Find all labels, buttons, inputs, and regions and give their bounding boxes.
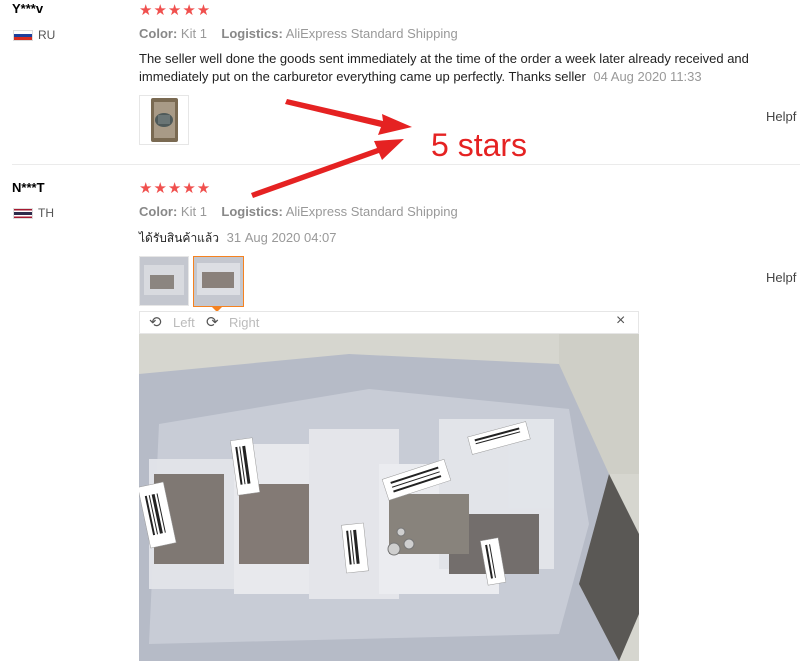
flag-ru-icon [13, 30, 33, 41]
reviewer-name: N***T [12, 180, 45, 195]
close-icon[interactable]: × [616, 312, 625, 330]
annotation-label: 5 stars [431, 127, 528, 163]
reviewer-country: TH [38, 206, 54, 220]
review-photo-thumb-selected[interactable] [193, 256, 244, 307]
review-photo-large [139, 334, 639, 661]
review-photo-image [139, 334, 639, 661]
logistics-label: Logistics: [221, 26, 283, 41]
logistics-value: AliExpress Standard Shipping [285, 26, 458, 41]
review-meta: Color: Kit 1 Logistics: AliExpress Stand… [139, 204, 458, 219]
image-viewer-toolbar: ⟲ Left ⟳ Right × [139, 311, 639, 334]
reviewer-country: RU [38, 28, 56, 42]
review-date: 04 Aug 2020 11:33 [593, 69, 702, 84]
flag-th-icon [13, 208, 33, 219]
photo-thumbnail-image [140, 257, 188, 305]
photo-thumbnail-image [151, 98, 178, 142]
annotation-arrow-lower [251, 139, 404, 198]
logistics-label: Logistics: [221, 204, 283, 219]
reviewer-name: Y***v [12, 1, 44, 16]
rotate-right-button[interactable]: Right [229, 315, 259, 330]
rotate-left-button[interactable]: Left [173, 315, 195, 330]
review-photo-thumb[interactable] [139, 95, 189, 145]
annotation-arrow-upper [285, 99, 412, 135]
review-text-line: immediately put on the carburetor everyt… [139, 69, 586, 84]
color-value: Kit 1 [180, 26, 207, 41]
color-label: Color: [139, 26, 178, 41]
star-rating: ★★★★★ [139, 2, 212, 19]
color-value: Kit 1 [180, 204, 207, 219]
rotate-left-icon[interactable]: ⟲ [149, 313, 162, 331]
review-date: 31 Aug 2020 04:07 [226, 230, 337, 245]
review-text: The seller well done the goods sent imme… [139, 50, 799, 86]
helpful-button[interactable]: Helpf [766, 270, 796, 285]
color-label: Color: [139, 204, 178, 219]
review-divider [12, 164, 800, 165]
review-text-line: ได้รับสินค้าแล้ว [139, 231, 220, 245]
logistics-value: AliExpress Standard Shipping [285, 204, 458, 219]
review-text-line: The seller well done the goods sent imme… [139, 51, 749, 66]
review-photo-thumb[interactable] [139, 256, 189, 306]
star-rating: ★★★★★ [139, 180, 212, 197]
rotate-right-icon[interactable]: ⟳ [206, 313, 219, 331]
photo-thumbnail-image [194, 257, 243, 306]
review-meta: Color: Kit 1 Logistics: AliExpress Stand… [139, 26, 458, 41]
helpful-button[interactable]: Helpf [766, 109, 796, 124]
review-text: ได้รับสินค้าแล้ว 31 Aug 2020 04:07 [139, 229, 337, 247]
